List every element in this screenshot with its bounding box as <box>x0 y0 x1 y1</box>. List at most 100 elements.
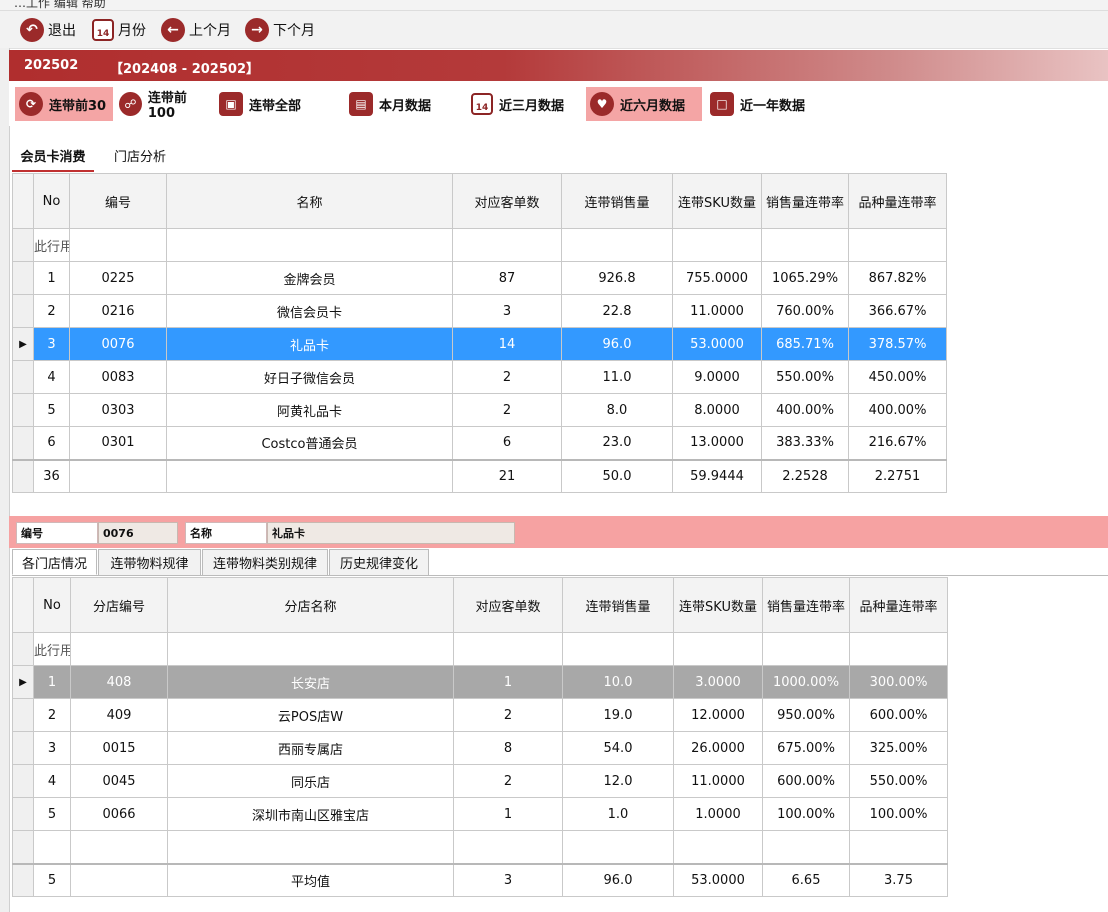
table-cell[interactable]: 1 <box>453 797 563 831</box>
table-cell[interactable]: 0045 <box>70 764 168 798</box>
table-cell[interactable]: 26.0000 <box>673 731 763 765</box>
table-row[interactable]: ▶ 3 0076 礼品卡 14 96.0 53.0000 685.71% 378.57% <box>12 327 947 361</box>
table-cell[interactable]: 366.67% <box>848 294 947 328</box>
table-cell[interactable]: 2 <box>33 698 71 732</box>
table-cell[interactable]: 408 <box>70 665 168 699</box>
table-cell[interactable]: 11.0 <box>561 360 673 394</box>
table-cell[interactable]: 550.00% <box>761 360 849 394</box>
table-cell[interactable]: 2 <box>452 360 562 394</box>
column-header[interactable]: 连带销售量 <box>562 577 674 633</box>
table-cell[interactable]: 深圳市南山区雅宝店 <box>167 797 454 831</box>
table-cell[interactable]: 0015 <box>70 731 168 765</box>
table-row[interactable]: 2 409 云POS店W 2 19.0 12.0000 950.00% 600.00% <box>12 698 948 732</box>
table-cell[interactable]: 3 <box>452 294 562 328</box>
table-cell[interactable]: 400.00% <box>761 393 849 427</box>
table-cell[interactable]: 400.00% <box>848 393 947 427</box>
table-cell[interactable]: 926.8 <box>561 261 673 295</box>
table-cell[interactable]: 11.0000 <box>672 294 762 328</box>
table-cell[interactable]: 2 <box>453 764 563 798</box>
column-header[interactable]: 品种量连带率 <box>848 173 947 229</box>
filter-cell[interactable] <box>167 632 454 666</box>
filter-cell[interactable] <box>562 632 674 666</box>
table-cell[interactable]: 54.0 <box>562 731 674 765</box>
exit-button[interactable]: ↶ 退出 <box>20 16 76 44</box>
column-header[interactable]: 名称 <box>166 173 453 229</box>
table-cell[interactable]: 87 <box>452 261 562 295</box>
table-cell[interactable]: 2 <box>33 294 70 328</box>
table-cell[interactable]: 12.0000 <box>673 698 763 732</box>
tab-category-pattern[interactable]: 连带物料类别规律 <box>202 549 328 575</box>
filter-cell[interactable] <box>69 228 167 262</box>
table-cell[interactable]: 西丽专属店 <box>167 731 454 765</box>
prev-month-button[interactable]: ← 上个月 <box>161 16 231 44</box>
table-cell[interactable]: 600.00% <box>849 698 948 732</box>
table-cell[interactable]: 1.0000 <box>673 797 763 831</box>
column-header[interactable]: No <box>33 173 70 229</box>
tab-member-card[interactable]: 会员卡消费 <box>12 140 94 172</box>
all-button[interactable]: ▣ 连带全部 <box>215 87 313 121</box>
table-cell[interactable]: 0066 <box>70 797 168 831</box>
filter-cell[interactable] <box>452 228 562 262</box>
filter-cell[interactable] <box>561 228 673 262</box>
table-cell[interactable]: 0076 <box>69 327 167 361</box>
column-header[interactable]: 对应客单数 <box>452 173 562 229</box>
table-row[interactable]: ▶ 1 408 长安店 1 10.0 3.0000 1000.00% 300.00% <box>12 665 948 699</box>
table-cell[interactable]: 2 <box>452 393 562 427</box>
table-cell[interactable]: 0301 <box>69 426 167 460</box>
table-cell[interactable]: Costco普通会员 <box>166 426 453 460</box>
table-cell[interactable]: 300.00% <box>849 665 948 699</box>
column-header[interactable]: 品种量连带率 <box>849 577 948 633</box>
one-year-button[interactable]: □ 近一年数据 <box>706 87 822 121</box>
column-header[interactable]: 编号 <box>69 173 167 229</box>
table-cell[interactable]: 2 <box>453 698 563 732</box>
table-cell[interactable]: 0216 <box>69 294 167 328</box>
column-header[interactable]: 销售量连带率 <box>761 173 849 229</box>
table-cell[interactable]: 96.0 <box>561 327 673 361</box>
table-cell[interactable]: 867.82% <box>848 261 947 295</box>
filter-cell[interactable] <box>70 632 168 666</box>
table-row[interactable]: 2 0216 微信会员卡 3 22.8 11.0000 760.00% 366.67% <box>12 294 947 328</box>
table-cell[interactable]: 685.71% <box>761 327 849 361</box>
table-cell[interactable]: 10.0 <box>562 665 674 699</box>
table-cell[interactable]: 同乐店 <box>167 764 454 798</box>
table-cell[interactable]: 14 <box>452 327 562 361</box>
table-cell[interactable]: 6 <box>452 426 562 460</box>
table-cell[interactable]: 1065.29% <box>761 261 849 295</box>
table-cell[interactable]: 0083 <box>69 360 167 394</box>
filter-cell[interactable] <box>849 632 948 666</box>
six-month-button[interactable]: ♥ 近六月数据 <box>586 87 702 121</box>
table-cell[interactable]: 600.00% <box>762 764 850 798</box>
table-row[interactable]: 5 0303 阿黄礼品卡 2 8.0 8.0000 400.00% 400.00% <box>12 393 947 427</box>
filter-cell[interactable]: 此行用 <box>33 632 71 666</box>
table-cell[interactable]: 4 <box>33 360 70 394</box>
filter-cell[interactable] <box>453 632 563 666</box>
table-cell[interactable]: 12.0 <box>562 764 674 798</box>
filter-cell[interactable] <box>166 228 453 262</box>
column-header[interactable]: No <box>33 577 71 633</box>
table-cell[interactable]: 100.00% <box>762 797 850 831</box>
column-header[interactable]: 对应客单数 <box>453 577 563 633</box>
table-cell[interactable]: 长安店 <box>167 665 454 699</box>
tab-history-change[interactable]: 历史规律变化 <box>329 549 429 575</box>
table-cell[interactable]: 礼品卡 <box>166 327 453 361</box>
code-field[interactable]: 0076 <box>98 522 178 544</box>
table-cell[interactable]: 3 <box>33 731 71 765</box>
filter-cell[interactable] <box>761 228 849 262</box>
tab-material-pattern[interactable]: 连带物料规律 <box>98 549 201 575</box>
tab-store-situation[interactable]: 各门店情况 <box>12 549 97 575</box>
table-cell[interactable]: 23.0 <box>561 426 673 460</box>
column-header[interactable]: 连带SKU数量 <box>673 577 763 633</box>
table-cell[interactable]: 216.67% <box>848 426 947 460</box>
table-cell[interactable]: 755.0000 <box>672 261 762 295</box>
table-cell[interactable]: 13.0000 <box>672 426 762 460</box>
table-cell[interactable]: 1000.00% <box>762 665 850 699</box>
table-cell[interactable]: 53.0000 <box>672 327 762 361</box>
table-cell[interactable]: 1 <box>453 665 563 699</box>
table-cell[interactable]: 0303 <box>69 393 167 427</box>
column-header[interactable]: 连带销售量 <box>561 173 673 229</box>
tab-store-analysis[interactable]: 门店分析 <box>104 140 176 170</box>
table-cell[interactable]: 100.00% <box>849 797 948 831</box>
three-month-button[interactable]: 14 近三月数据 <box>467 87 585 121</box>
table-cell[interactable]: 8 <box>453 731 563 765</box>
this-month-button[interactable]: ▤ 本月数据 <box>345 87 457 121</box>
